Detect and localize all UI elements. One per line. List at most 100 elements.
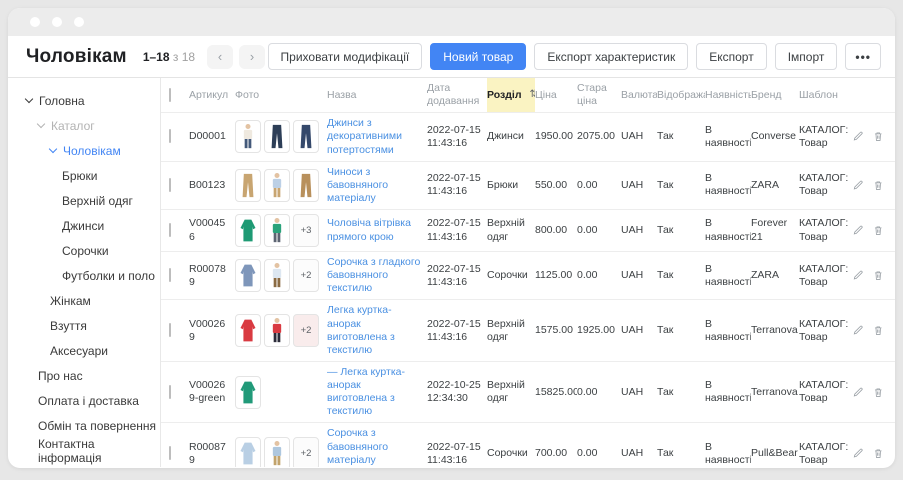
product-photo-thumbnail[interactable]: [235, 314, 261, 347]
delete-icon[interactable]: [873, 269, 884, 282]
more-actions-button[interactable]: •••: [845, 43, 881, 70]
new-product-button[interactable]: Новий товар: [430, 43, 526, 70]
more-photos-badge[interactable]: +3: [293, 214, 319, 247]
product-photo-thumbnail[interactable]: [235, 169, 261, 202]
sidebar-item-контактна-інформація[interactable]: Контактна інформація: [8, 438, 160, 463]
product-photo-thumbnail[interactable]: [264, 437, 290, 467]
more-photos-badge[interactable]: +2: [293, 259, 319, 292]
sidebar-item-взуття[interactable]: Взуття: [8, 313, 160, 338]
column-header-артикул[interactable]: Артикул: [189, 85, 235, 106]
row-checkbox[interactable]: [169, 268, 171, 282]
next-page-button[interactable]: ›: [239, 45, 265, 69]
column-header-бренд[interactable]: Бренд: [751, 85, 799, 106]
sidebar-item-каталог[interactable]: Каталог: [8, 113, 160, 138]
product-photo-thumbnail[interactable]: [264, 314, 290, 347]
edit-icon[interactable]: [853, 386, 864, 398]
price-cell: 1575.00: [535, 320, 577, 341]
sidebar-item-чоловікам[interactable]: Чоловікам: [8, 138, 160, 163]
row-checkbox[interactable]: [169, 323, 171, 337]
section-cell: Верхній одяг: [487, 375, 535, 409]
delete-icon[interactable]: [873, 130, 884, 143]
sidebar-item-сорочки[interactable]: Сорочки: [8, 238, 160, 263]
product-photo-thumbnail[interactable]: [264, 120, 290, 153]
product-photo-thumbnail[interactable]: [235, 376, 261, 409]
more-photos-badge[interactable]: +2: [293, 314, 319, 347]
product-photo-thumbnail[interactable]: [293, 169, 319, 202]
sidebar-item-label: Футболки и поло: [62, 269, 155, 283]
product-name-link[interactable]: Чоловіча вітрівка прямого крою: [327, 217, 411, 242]
product-name-link[interactable]: Легка куртка-анорак виготовлена з тексти…: [327, 304, 395, 355]
edit-icon[interactable]: [853, 130, 864, 142]
product-photo-thumbnail[interactable]: [264, 169, 290, 202]
column-header-валюта[interactable]: Валюта: [621, 85, 657, 106]
sidebar-item-брюки[interactable]: Брюки: [8, 163, 160, 188]
delete-icon[interactable]: [873, 179, 884, 192]
more-photos-badge[interactable]: +2: [293, 437, 319, 467]
column-header-назва[interactable]: Назва: [327, 85, 427, 106]
product-name-link[interactable]: Сорочка з бавовняного матеріалу притален…: [327, 427, 415, 467]
edit-icon[interactable]: [853, 224, 864, 236]
hide-modifications-button[interactable]: Приховати модифікації: [268, 43, 423, 70]
column-header-дата-додавання[interactable]: Дата додавання: [427, 78, 487, 112]
row-checkbox[interactable]: [169, 223, 171, 237]
row-checkbox[interactable]: [169, 178, 171, 192]
sidebar-item-жінкам[interactable]: Жінкам: [8, 288, 160, 313]
column-header-відображати[interactable]: Відображати: [657, 85, 705, 106]
sidebar-item-label: Брюки: [62, 169, 98, 183]
row-checkbox[interactable]: [169, 129, 171, 143]
window-maximize-icon[interactable]: [74, 17, 84, 27]
sidebar-item-верхній-одяг[interactable]: Верхній одяг: [8, 188, 160, 213]
pagination: 1–18 з 18: [143, 50, 195, 64]
product-photo-thumbnail[interactable]: [235, 214, 261, 247]
date-added-cell: 2022-07-1511:43:16: [427, 120, 487, 154]
column-header-стара-ціна[interactable]: Стара ціна: [577, 78, 621, 112]
pants-photo-icon: [238, 172, 258, 199]
delete-icon[interactable]: [873, 386, 884, 399]
delete-icon[interactable]: [873, 447, 884, 460]
edit-icon[interactable]: [853, 447, 864, 459]
products-table: АртикулФотоНазваДата додаванняРозділ⇅Цін…: [160, 78, 895, 467]
edit-icon[interactable]: [853, 324, 864, 336]
sidebar-item-футболки-и-поло[interactable]: Футболки и поло: [8, 263, 160, 288]
sort-icon[interactable]: ⇅: [530, 89, 536, 102]
window-close-icon[interactable]: [30, 17, 40, 27]
edit-icon[interactable]: [853, 179, 864, 191]
product-name-link[interactable]: Сорочка з гладкого бавовняного текстилю: [327, 256, 420, 294]
sidebar-item-джинси[interactable]: Джинси: [8, 213, 160, 238]
window-minimize-icon[interactable]: [52, 17, 62, 27]
prev-page-button[interactable]: ‹: [207, 45, 233, 69]
column-header-шаблон[interactable]: Шаблон: [799, 85, 853, 106]
export-button[interactable]: Експорт: [696, 43, 766, 70]
chevron-down-icon: [49, 145, 57, 153]
table-row: V000269-green— Легка куртка-анорак вигот…: [161, 362, 895, 424]
import-button[interactable]: Імпорт: [775, 43, 838, 70]
product-name-link[interactable]: — Легка куртка-анорак виготовлена з текс…: [327, 366, 405, 417]
sidebar-item-головна[interactable]: Головна: [8, 88, 160, 113]
delete-icon[interactable]: [873, 324, 884, 337]
delete-icon[interactable]: [873, 224, 884, 237]
column-header-ціна[interactable]: Ціна: [535, 85, 577, 106]
sidebar-item-аксесуари[interactable]: Аксесуари: [8, 338, 160, 363]
edit-icon[interactable]: [853, 269, 864, 281]
row-checkbox[interactable]: [169, 385, 171, 399]
sidebar-item-оплата-і-доставка[interactable]: Оплата і доставка: [8, 388, 160, 413]
product-photo-thumbnail[interactable]: [235, 120, 261, 153]
column-header-фото[interactable]: Фото: [235, 85, 327, 106]
date-value: 2022-07-15: [427, 217, 481, 230]
table-row: R000789+2Сорочка з гладкого бавовняного …: [161, 252, 895, 300]
product-photo-thumbnail[interactable]: [264, 214, 290, 247]
select-all-checkbox[interactable]: [169, 88, 171, 102]
product-name-link[interactable]: Чиноси з бавовняного матеріалу: [327, 166, 388, 204]
product-photo-thumbnail[interactable]: [235, 259, 261, 292]
sidebar-item-обмін-та-повернення[interactable]: Обмін та повернення: [8, 413, 160, 438]
sidebar-item-про-нас[interactable]: Про нас: [8, 363, 160, 388]
product-photo-thumbnail[interactable]: [264, 259, 290, 292]
export-characteristics-button[interactable]: Експорт характеристик: [534, 43, 688, 70]
column-header-наявність[interactable]: Наявність: [705, 85, 751, 106]
row-checkbox[interactable]: [169, 446, 171, 460]
product-photo-thumbnail[interactable]: [293, 120, 319, 153]
product-name-link[interactable]: Джинси з декоративними потертостями: [327, 117, 402, 155]
row-select-cell: [161, 126, 189, 147]
product-photo-thumbnail[interactable]: [235, 437, 261, 467]
column-header-розділ[interactable]: Розділ⇅: [487, 78, 535, 112]
